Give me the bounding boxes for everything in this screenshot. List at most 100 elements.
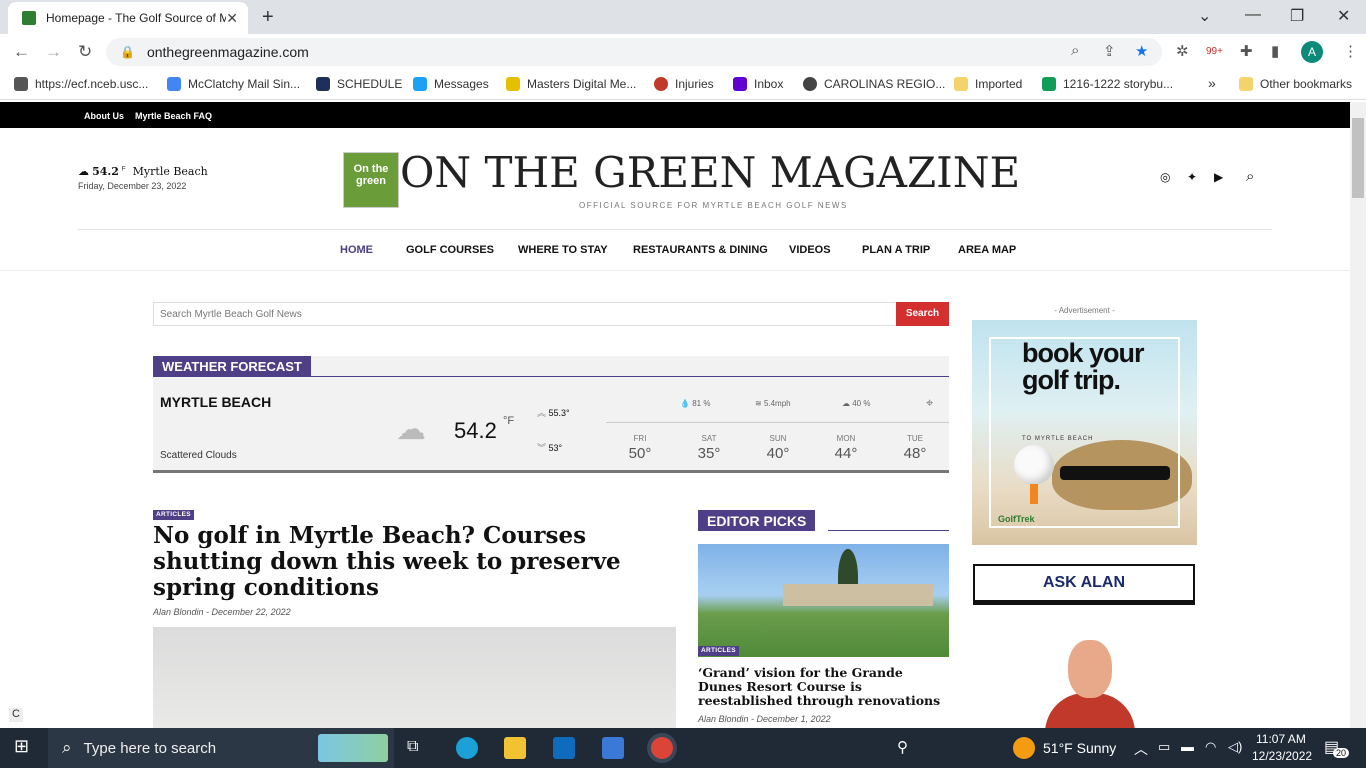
mail-icon[interactable] [553, 737, 575, 759]
forecast-day: FRI 50° [628, 434, 652, 462]
clock-date[interactable]: 12/23/2022 [1252, 749, 1312, 763]
sunny-weather-icon[interactable] [1013, 737, 1035, 759]
nav-videos[interactable]: VIDEOS [789, 244, 831, 256]
top-link-about[interactable]: About Us [84, 111, 124, 121]
weather-wind: ≋ 5.4mph [755, 399, 791, 408]
news-search-input[interactable]: Search Myrtle Beach Golf News [153, 302, 897, 326]
wifi-icon[interactable]: ◠ [1205, 739, 1216, 755]
clock-time[interactable]: 11:07 AM [1256, 732, 1306, 746]
lock-icon[interactable]: 🔒 [120, 45, 135, 59]
chrome-icon[interactable] [651, 737, 673, 759]
url-text: onthegreenmagazine.com [146, 44, 309, 60]
ask-alan-heading[interactable]: ASK ALAN [973, 564, 1195, 602]
nav-restaurants[interactable]: RESTAURANTS & DINING [633, 244, 768, 256]
taskbar-weather[interactable]: 51°F Sunny [1043, 740, 1116, 756]
file-explorer-icon[interactable] [504, 737, 526, 759]
heading-rule [828, 530, 949, 531]
side-panel-icon[interactable]: ▮ [1271, 42, 1279, 60]
page-scrollbar[interactable] [1350, 102, 1366, 728]
menu-kebab-icon[interactable]: ⋮ [1343, 42, 1358, 60]
weather-clouds: ☁ 40 % [842, 399, 871, 408]
top-strip: About Us Myrtle Beach FAQ [0, 102, 1350, 128]
editor-pick-tag[interactable]: ARTICLES [698, 646, 739, 656]
nav-area-map[interactable]: AREA MAP [958, 244, 1016, 256]
reload-icon[interactable]: ↻ [78, 42, 92, 62]
top-link-faq[interactable]: Myrtle Beach FAQ [135, 111, 212, 121]
share-icon[interactable]: ⇪ [1103, 42, 1116, 60]
golf-trip-advertisement[interactable]: book your golf trip. TO MYRTLE BEACH Gol… [972, 320, 1197, 545]
bookmark-folder[interactable]: Imported [954, 77, 1022, 91]
editor-pick-title[interactable]: ‘Grand’ vision for the Grande Dunes Reso… [698, 666, 949, 708]
weather-high: ︽ 55.3° [537, 408, 570, 418]
nav-home[interactable]: HOME [340, 244, 373, 256]
volume-icon[interactable]: ◁) [1228, 739, 1242, 755]
scrollbar-thumb[interactable] [1352, 118, 1364, 198]
tab-title: Homepage - The Golf Source of Myrtle Bea… [46, 11, 227, 25]
bookmark-folder[interactable]: Other bookmarks [1239, 77, 1352, 91]
task-view-icon[interactable]: ⧉ [407, 738, 418, 756]
nav-plan-a-trip[interactable]: PLAN A TRIP [862, 244, 930, 256]
nav-golf-courses[interactable]: GOLF COURSES [406, 244, 494, 256]
extension-c-icon[interactable]: C [9, 708, 23, 722]
article-hero-image[interactable] [153, 627, 676, 728]
forecast-day: SAT 35° [697, 434, 721, 462]
windows-taskbar: ⊞ ⌕ Type here to search ⧉ ⚲ 51°F Sunny ︿… [0, 728, 1366, 768]
article-headline[interactable]: No golf in Myrtle Beach? Courses shuttin… [153, 523, 678, 601]
bookmark-item[interactable]: Messages [413, 77, 489, 91]
low-arrow-icon: ︾ [537, 443, 549, 453]
ad-headline: book your golf trip. [1022, 338, 1145, 395]
zoom-icon[interactable]: ⌕ [1071, 42, 1079, 59]
profile-avatar[interactable]: A [1301, 41, 1323, 63]
bookmark-item[interactable]: Injuries [654, 77, 714, 91]
editor-pick-image[interactable] [698, 544, 949, 657]
forward-icon[interactable]: → [45, 42, 62, 62]
forecast-day: MON 44° [834, 434, 858, 462]
extension-icon[interactable]: ✲ [1176, 42, 1189, 60]
twitter-icon[interactable]: ✦ [1187, 170, 1197, 184]
back-icon[interactable]: ← [13, 42, 30, 62]
bookmark-item[interactable]: 1216-1222 storybu... [1042, 77, 1173, 91]
new-tab-icon[interactable]: + [262, 6, 274, 29]
bookmark-item[interactable]: McClatchy Mail Sin... [167, 77, 300, 91]
instagram-icon[interactable]: ◎ [1160, 170, 1170, 184]
extensions-puzzle-icon[interactable]: ✚ [1240, 42, 1253, 60]
browser-tab[interactable]: Homepage - The Golf Source of Myrtle Bea… [8, 2, 248, 34]
meet-icon[interactable]: ▭ [1158, 739, 1170, 755]
bookmark-item[interactable]: https://ecf.nceb.usc... [14, 77, 148, 91]
extension-badge[interactable]: 99+ [1206, 46, 1223, 57]
windows-start-icon[interactable]: ⊞ [14, 736, 29, 757]
tab-search-icon[interactable]: ⌄ [1198, 6, 1211, 26]
ad-brand: GolfTrek [998, 514, 1035, 524]
search-button[interactable]: Search [896, 302, 949, 326]
bookmark-item[interactable]: Inbox [733, 77, 783, 91]
minimize-icon[interactable]: — [1245, 6, 1261, 24]
battery-icon[interactable]: ▬ [1181, 739, 1194, 754]
weather-heading: WEATHER FORECAST [153, 356, 311, 377]
bookmark-item[interactable]: CAROLINAS REGIO... [803, 77, 945, 91]
forecast-day: TUE 48° [903, 434, 927, 462]
article-category-tag[interactable]: ARTICLES [153, 510, 194, 520]
bookmark-star-icon[interactable]: ★ [1135, 42, 1148, 60]
bookmark-item[interactable]: Masters Digital Me... [506, 77, 636, 91]
chevron-up-icon[interactable]: ︿ [1134, 739, 1148, 759]
site-logo[interactable]: On the green [343, 152, 399, 208]
close-tab-icon[interactable]: ✕ [226, 10, 238, 27]
address-bar[interactable]: 🔒 onthegreenmagazine.com [106, 38, 1162, 66]
youtube-icon[interactable]: ▶ [1214, 170, 1223, 184]
search-icon[interactable]: ⌕ [1246, 168, 1254, 185]
people-icon[interactable]: ⚲ [897, 738, 908, 756]
restore-icon[interactable]: ❐ [1290, 6, 1304, 26]
alan-portrait[interactable] [1045, 635, 1135, 728]
locate-icon[interactable]: ⌖ [926, 395, 933, 411]
cloud-icon: ☁ [78, 166, 89, 178]
taskbar-search-placeholder: Type here to search [83, 739, 217, 757]
close-window-icon[interactable]: ✕ [1337, 6, 1350, 26]
search-highlight-image[interactable] [318, 734, 388, 762]
article-byline: Alan Blondin - December 22, 2022 [153, 607, 291, 617]
site-title[interactable]: ON THE GREEN MAGAZINE [400, 148, 1020, 197]
bookmarks-overflow-icon[interactable]: » [1208, 75, 1216, 91]
store-icon[interactable] [602, 737, 624, 759]
bookmark-item[interactable]: SCHEDULE [316, 77, 402, 91]
edge-icon[interactable] [456, 737, 478, 759]
nav-where-to-stay[interactable]: WHERE TO STAY [518, 244, 608, 256]
